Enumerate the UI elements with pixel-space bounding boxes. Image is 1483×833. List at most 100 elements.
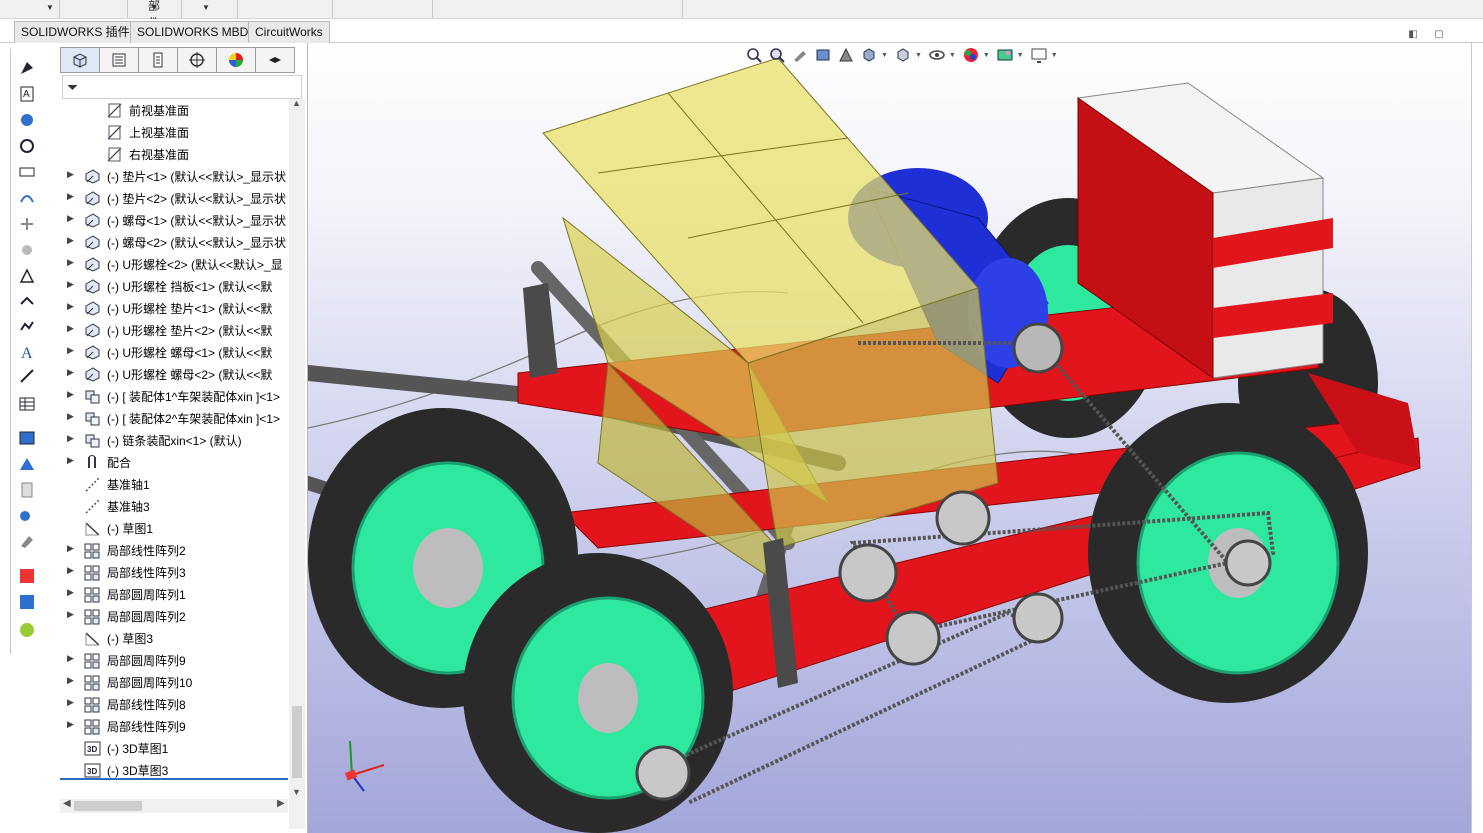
model-scene[interactable]	[308, 43, 1483, 833]
chevron-down-icon[interactable]: ▼	[1017, 52, 1024, 59]
expand-arrow-icon[interactable]: ▶	[67, 411, 75, 422]
apply-scene-icon[interactable]	[994, 44, 1016, 66]
edit-appearance-icon[interactable]	[960, 44, 982, 66]
auto-balloon-icon[interactable]	[16, 135, 38, 157]
scroll-left-icon[interactable]: ◀	[63, 798, 71, 809]
previous-view-icon[interactable]	[789, 44, 811, 66]
publish-pdf-icon[interactable]	[16, 565, 38, 587]
tree-item[interactable]: ▶ (-) U形螺栓 垫片<2> (默认<<默	[60, 319, 292, 341]
hole-callout-icon[interactable]	[16, 365, 38, 387]
expand-arrow-icon[interactable]: ▶	[67, 587, 75, 598]
expand-arrow-icon[interactable]: ▶	[67, 279, 75, 290]
expand-arrow-icon[interactable]: ▶	[67, 433, 75, 444]
table-icon[interactable]	[16, 393, 38, 415]
graphics-area[interactable]: ▼ ▼ ▼ ▼ ▼ ▼	[308, 43, 1483, 833]
scroll-down-icon[interactable]: ▼	[292, 787, 301, 797]
tab-solidworks-mbd[interactable]: SOLIDWORKS MBD	[130, 21, 256, 43]
toolbar-cell[interactable]: ▼	[182, 0, 238, 18]
expand-arrow-icon[interactable]: ▶	[67, 191, 75, 202]
center-mark-icon[interactable]	[16, 315, 38, 337]
expand-arrow-icon[interactable]: ▶	[67, 609, 75, 620]
tree-item[interactable]: ▶ (-) [ 装配体2^车架装配体xin ]<1>	[60, 407, 292, 429]
scroll-up-icon[interactable]: ▲	[292, 98, 301, 108]
tree-item[interactable]: ▶ 局部线性阵列9	[60, 715, 292, 737]
zoom-to-fit-icon[interactable]	[743, 44, 765, 66]
tree-item[interactable]: ▶ 局部圆周阵列10	[60, 671, 292, 693]
tree-item[interactable]: 3D (-) 3D草图1	[60, 737, 292, 759]
tree-item[interactable]: 右视基准面	[60, 143, 292, 165]
toolbar-cell[interactable]	[238, 0, 333, 18]
featuremanager-tab[interactable]	[60, 47, 100, 73]
section-view-icon[interactable]	[812, 44, 834, 66]
tab-circuitworks[interactable]: CircuitWorks	[248, 21, 330, 43]
bom-icon[interactable]	[16, 161, 38, 183]
chevron-down-icon[interactable]: ▼	[46, 3, 54, 12]
tree-item[interactable]: ▶ (-) U形螺栓 螺母<2> (默认<<默	[60, 363, 292, 385]
datum-target-icon[interactable]	[16, 239, 38, 261]
render-icon[interactable]	[16, 505, 38, 527]
display-style-icon[interactable]	[892, 44, 914, 66]
scroll-right-icon[interactable]: ▶	[277, 798, 285, 809]
horizontal-scrollbar[interactable]: ◀ ▶	[60, 798, 288, 813]
toolbar-cell[interactable]: ▼	[0, 0, 60, 18]
expand-arrow-icon[interactable]: ▶	[67, 367, 75, 378]
chevron-down-icon[interactable]: ▼	[983, 52, 990, 59]
chevron-down-icon[interactable]: ▼	[949, 52, 956, 59]
filter-icon[interactable]: ⏷	[67, 79, 78, 96]
task-pane-strip[interactable]	[1471, 43, 1483, 833]
smart-fastener-icon[interactable]	[16, 57, 38, 79]
expand-arrow-icon[interactable]: ▶	[67, 235, 75, 246]
dynamic-annotation-icon[interactable]	[835, 44, 857, 66]
hide-show-icon[interactable]	[926, 44, 948, 66]
display-manager-tab[interactable]	[216, 47, 256, 73]
tree-item[interactable]: ▶ (-) 垫片<1> (默认<<默认>_显示状	[60, 165, 292, 187]
toolbar-cell[interactable]: 部件	[60, 0, 160, 30]
expand-arrow-icon[interactable]: ▶	[67, 697, 75, 708]
tree-item[interactable]: ▶ 局部线性阵列8	[60, 693, 292, 715]
chevron-down-icon[interactable]: ▼	[1051, 52, 1058, 59]
view-settings-icon[interactable]	[1028, 44, 1050, 66]
tree-item[interactable]: 基准轴1	[60, 473, 292, 495]
tree-item[interactable]: 上视基准面	[60, 121, 292, 143]
expand-arrow-icon[interactable]: ▶	[67, 389, 75, 400]
toolbar-cell[interactable]	[433, 0, 683, 18]
balloon-icon[interactable]	[16, 109, 38, 131]
tree-item[interactable]: ▶ (-) U形螺栓 挡板<1> (默认<<默	[60, 275, 292, 297]
expand-arrow-icon[interactable]: ▶	[67, 323, 75, 334]
tile-icon[interactable]: ▢	[1426, 29, 1452, 45]
expand-arrow-icon[interactable]: ▶	[67, 301, 75, 312]
rollback-bar[interactable]	[60, 778, 288, 780]
tree-item[interactable]: ▶ 局部线性阵列3	[60, 561, 292, 583]
edrawings-icon[interactable]	[16, 619, 38, 641]
tree-item[interactable]: 基准轴3	[60, 495, 292, 517]
scroll-thumb[interactable]	[74, 801, 142, 811]
expand-arrow-icon[interactable]: ▶	[67, 257, 75, 268]
tree-item[interactable]: ▶ (-) 垫片<2> (默认<<默认>_显示状	[60, 187, 292, 209]
chevron-down-icon[interactable]: ▼	[150, 3, 158, 12]
3d-view-icon[interactable]	[16, 427, 38, 449]
vertical-scrollbar[interactable]: ▲ ▼	[289, 98, 305, 829]
tree-item[interactable]: ▶ (-) [ 装配体1^车架装配体xin ]<1>	[60, 385, 292, 407]
text-icon[interactable]: A	[16, 341, 38, 363]
tree-item[interactable]: ▶ (-) 螺母<2> (默认<<默认>_显示状	[60, 231, 292, 253]
filter-bar[interactable]: ⏷	[62, 75, 302, 99]
3d-pdf-icon[interactable]	[16, 591, 38, 613]
tree-item[interactable]: ▶ 局部圆周阵列1	[60, 583, 292, 605]
scroll-thumb[interactable]	[292, 706, 302, 778]
explode-icon[interactable]	[16, 479, 38, 501]
expand-arrow-icon[interactable]: ▶	[67, 169, 75, 180]
expand-arrow-icon[interactable]: ▶	[67, 213, 75, 224]
expand-arrow-icon[interactable]: ▶	[67, 543, 75, 554]
tree-item[interactable]: ▶ 局部线性阵列2	[60, 539, 292, 561]
expand-arrow-icon[interactable]: ▶	[67, 345, 75, 356]
tree-item[interactable]: ▶ 局部圆周阵列2	[60, 605, 292, 627]
view-orientation-icon[interactable]	[858, 44, 880, 66]
chevron-down-icon[interactable]: ▼	[915, 52, 922, 59]
zoom-to-area-icon[interactable]	[766, 44, 788, 66]
propertymanager-tab[interactable]	[99, 47, 139, 73]
note-icon[interactable]: A	[16, 83, 38, 105]
magnetic-line-icon[interactable]	[16, 187, 38, 209]
dimxpert-tab[interactable]	[177, 47, 217, 73]
chevron-down-icon[interactable]: ▼	[202, 3, 210, 12]
chevron-down-icon[interactable]: ▼	[881, 52, 888, 59]
